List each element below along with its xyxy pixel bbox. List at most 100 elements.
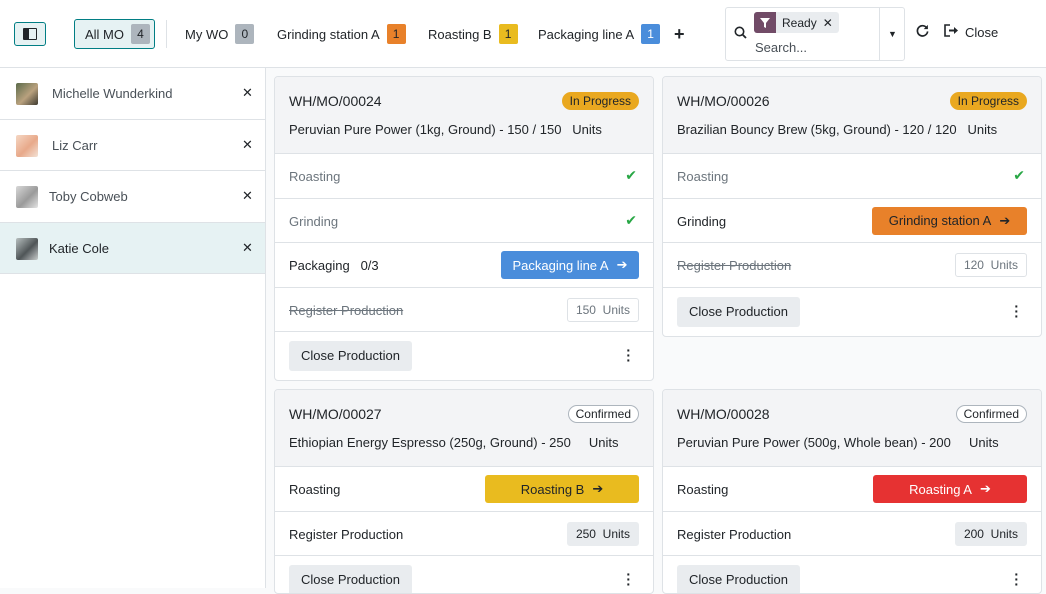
close-button[interactable]: Close [944, 24, 998, 40]
operation-label: Roasting [289, 482, 341, 497]
employee-row[interactable]: Michelle Wunderkind ✕ [0, 68, 265, 120]
product-uom: Units [967, 122, 998, 137]
product-name: Ethiopian Energy Espresso (250g, Ground)… [289, 435, 571, 450]
operation-row[interactable]: Roasting ✔ [663, 154, 1041, 199]
employee-row[interactable]: Katie Cole ✕ [0, 222, 265, 274]
operation-label: Roasting [677, 169, 729, 184]
operation-row[interactable]: Roasting Roasting B ➔ [275, 467, 653, 512]
workcenter-button[interactable]: Packaging line A ➔ [501, 251, 639, 279]
product-name: Peruvian Pure Power (1kg, Ground) - 150 … [289, 122, 562, 137]
search-options-toggle[interactable]: ▼ [879, 8, 905, 60]
tab-grinding-station-a[interactable]: Grinding station A 1 [277, 19, 406, 49]
register-production-row[interactable]: Register Production 250 Units [275, 512, 653, 556]
remove-employee-icon[interactable]: ✕ [242, 240, 253, 256]
avatar [16, 186, 38, 208]
tab-count-badge: 4 [131, 24, 150, 44]
quantity-uom: Units [602, 526, 630, 541]
employee-row[interactable]: Toby Cobweb ✕ [0, 171, 265, 223]
employee-row[interactable]: Liz Carr ✕ [0, 120, 265, 171]
register-production-label: Register Production [677, 258, 792, 273]
workcenter-button[interactable]: Roasting A ➔ [873, 475, 1027, 503]
status-badge: In Progress [561, 92, 639, 110]
close-label: Close [965, 24, 999, 40]
register-production-row[interactable]: Register Production 200 Units [663, 512, 1041, 556]
tab-packaging-line-a[interactable]: Packaging line A 1 [538, 19, 661, 49]
operation-label: Roasting [289, 169, 341, 184]
remove-employee-icon[interactable]: ✕ [242, 85, 253, 101]
tab-my-wo[interactable]: My WO 0 [185, 19, 255, 49]
register-production-row[interactable]: Register Production 120 Units [663, 243, 1041, 288]
remove-employee-icon[interactable]: ✕ [242, 188, 253, 204]
register-production-label: Register Production [289, 526, 404, 542]
product-name: Peruvian Pure Power (500g, Whole bean) -… [677, 435, 951, 450]
tab-label: My WO [185, 26, 229, 42]
toggle-sidebar-button[interactable] [14, 22, 46, 46]
operation-row[interactable]: Grinding ✔ [275, 199, 653, 243]
workcenter-button[interactable]: Roasting B ➔ [485, 475, 639, 503]
tab-label: Roasting B [428, 26, 492, 42]
card-header: WH/MO/00028 Confirmed Peruvian Pure Powe… [663, 390, 1041, 467]
mo-card[interactable]: WH/MO/00028 Confirmed Peruvian Pure Powe… [662, 389, 1042, 594]
search-box: Ready ✕ ▼ [725, 7, 905, 61]
mo-reference: WH/MO/00028 [677, 406, 770, 422]
workcenter-button-label: Packaging line A [512, 257, 609, 273]
employee-name: Toby Cobweb [49, 189, 128, 204]
register-production-label: Register Production [677, 526, 792, 542]
mo-reference: WH/MO/00024 [289, 93, 382, 109]
operation-label: Roasting [677, 482, 729, 497]
mo-card[interactable]: WH/MO/00026 In Progress Brazilian Bouncy… [662, 76, 1042, 337]
operation-progress: 0/3 [360, 258, 379, 273]
add-workcenter-button[interactable]: + [674, 24, 685, 45]
more-options-icon[interactable]: · · · [626, 343, 631, 367]
product-name: Brazilian Bouncy Brew (5kg, Ground) - 12… [677, 122, 957, 137]
sidebar-icon [23, 28, 37, 40]
search-icon [734, 26, 747, 42]
close-production-button[interactable]: Close Production [289, 565, 412, 593]
employee-name: Katie Cole [49, 240, 109, 256]
quantity-value: 150 [575, 302, 596, 317]
arrow-right-icon: ➔ [616, 257, 628, 272]
check-icon: ✔ [625, 167, 637, 183]
tab-count-badge: 1 [498, 24, 518, 44]
status-badge: Confirmed [955, 405, 1027, 423]
tab-roasting-b[interactable]: Roasting B 1 [428, 19, 518, 49]
workcenter-button[interactable]: Grinding station A ➔ [872, 206, 1027, 235]
operation-label: Grinding [289, 213, 339, 229]
close-production-button[interactable]: Close Production [677, 296, 800, 327]
more-options-icon[interactable]: · · · [1014, 299, 1019, 323]
card-header: WH/MO/00026 In Progress Brazilian Bouncy… [663, 77, 1041, 154]
product-line: Brazilian Bouncy Brew (5kg, Ground) - 12… [677, 122, 997, 137]
arrow-right-icon: ➔ [999, 212, 1011, 228]
mo-card[interactable]: WH/MO/00027 Confirmed Ethiopian Energy E… [274, 389, 654, 594]
mo-card[interactable]: WH/MO/00024 In Progress Peruvian Pure Po… [274, 76, 654, 381]
operation-row[interactable]: Packaging 0/3 Packaging line A ➔ [275, 243, 653, 288]
workcenter-button-label: Grinding station A [888, 213, 992, 228]
product-uom: Units [588, 435, 619, 450]
search-input[interactable] [755, 38, 875, 56]
remove-employee-icon[interactable]: ✕ [242, 137, 253, 153]
close-production-button[interactable]: Close Production [289, 341, 412, 371]
quantity-value: 250 [575, 526, 596, 541]
quantity-uom: Units [990, 258, 1018, 272]
operation-row[interactable]: Roasting Roasting A ➔ [663, 467, 1041, 512]
operation-label: Packaging 0/3 [289, 258, 379, 273]
workcenter-button-label: Roasting A [909, 481, 972, 497]
remove-facet-icon[interactable]: ✕ [823, 16, 839, 30]
more-options-icon[interactable]: · · · [1014, 567, 1019, 591]
tab-label: Grinding station A [277, 26, 380, 42]
quantity-badge: 120 Units [954, 253, 1027, 277]
product-line: Ethiopian Energy Espresso (250g, Ground)… [289, 435, 619, 450]
sign-out-icon [944, 24, 959, 40]
register-production-row[interactable]: Register Production 150 Units [275, 288, 653, 332]
refresh-button[interactable] [916, 24, 929, 42]
close-production-button[interactable]: Close Production [677, 565, 800, 593]
operation-row[interactable]: Roasting ✔ [275, 154, 653, 199]
operation-row[interactable]: Grinding Grinding station A ➔ [663, 199, 1041, 243]
caret-down-icon: ▼ [888, 29, 897, 39]
refresh-icon [916, 24, 929, 41]
employee-name: Michelle Wunderkind [52, 86, 173, 101]
quantity-badge: 250 Units [566, 521, 639, 546]
product-uom: Units [968, 435, 999, 450]
more-options-icon[interactable]: · · · [626, 567, 631, 591]
tab-all-mo[interactable]: All MO 4 [74, 19, 155, 49]
